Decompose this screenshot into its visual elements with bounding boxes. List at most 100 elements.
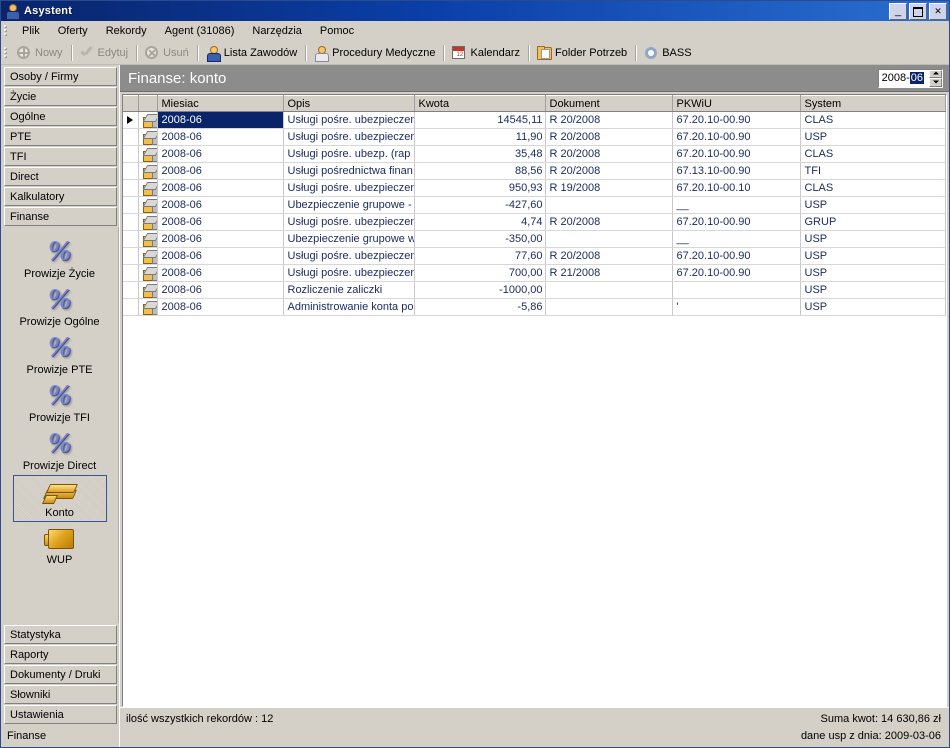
close-button[interactable]: ✕ (929, 2, 947, 20)
cell-miesiac[interactable]: 2008-06 (157, 179, 284, 197)
cell-dokument[interactable]: R 21/2008 (545, 264, 673, 282)
cell-dokument[interactable] (545, 230, 673, 248)
table-row[interactable]: 2008-06 Ubezpieczenie grupowe - -427,60 __ U… (123, 196, 946, 214)
cell-miesiac[interactable]: 2008-06 (157, 281, 284, 299)
table-row[interactable]: 2008-06 Usługi pośre. ubezpieczen 700,00 R … (123, 264, 946, 282)
cell-pkwiu[interactable]: __ (672, 230, 801, 248)
cell-opis[interactable]: Usługi pośrednictwa finan (283, 162, 415, 180)
cell-opis[interactable]: Usługi pośre. ubezpieczen (283, 264, 415, 282)
cell-system[interactable]: USP (800, 247, 946, 265)
cell-kwota[interactable]: 950,93 (414, 179, 546, 197)
row-indicator-cell[interactable] (123, 213, 139, 231)
maximize-button[interactable] (909, 2, 927, 20)
cell-kwota[interactable]: -1000,00 (414, 281, 546, 299)
cell-system[interactable]: CLAS (800, 111, 946, 129)
cell-kwota[interactable]: -427,60 (414, 196, 546, 214)
row-indicator-cell[interactable] (123, 162, 139, 180)
sidebar-item-ustawienia[interactable]: Ustawienia (4, 705, 117, 724)
table-row[interactable]: 2008-06 Usługi pośre. ubezp. (rap 35,48 R 2… (123, 145, 946, 163)
cell-miesiac[interactable]: 2008-06 (157, 128, 284, 146)
cell-dokument[interactable]: R 20/2008 (545, 111, 673, 129)
column-header-dokument[interactable]: Dokument (545, 95, 673, 112)
menu-item-agent[interactable]: Agent (31086) (156, 23, 244, 39)
cell-opis[interactable]: Usługi pośre. ubezpieczen (283, 111, 415, 129)
sidebar-icon-prowizje-tfi[interactable]: % Prowizje TFI (8, 379, 112, 426)
sidebar-item-direct[interactable]: Direct (4, 167, 117, 186)
cell-dokument[interactable]: R 20/2008 (545, 247, 673, 265)
sidebar-item-raporty[interactable]: Raporty (4, 645, 117, 664)
period-spinner[interactable]: 2008- 06 (877, 68, 943, 88)
cell-opis[interactable]: Usługi pośre. ubezpieczen (283, 128, 415, 146)
cell-kwota[interactable]: 11,90 (414, 128, 546, 146)
cell-pkwiu[interactable]: 67.20.10-00.90 (672, 213, 801, 231)
row-indicator-cell[interactable] (123, 179, 139, 197)
cell-opis[interactable]: Ubezpieczenie grupowe - (283, 196, 415, 214)
menu-grip-handle[interactable] (3, 24, 9, 38)
table-row[interactable]: 2008-06 Usługi pośrednictwa finan 88,56 R 2… (123, 162, 946, 180)
toolbar-button-edytuj[interactable]: Edytuj (76, 43, 134, 63)
cell-pkwiu[interactable]: 67.20.10-00.90 (672, 264, 801, 282)
cell-opis[interactable]: Ubezpieczenie grupowe w (283, 230, 415, 248)
cell-pkwiu[interactable]: 67.20.10-00.90 (672, 145, 801, 163)
row-indicator-cell[interactable] (123, 128, 139, 146)
cell-opis[interactable]: Usługi pośre. ubezpieczen (283, 179, 415, 197)
cell-miesiac[interactable]: 2008-06 (157, 196, 284, 214)
sidebar-icon-prowizje-ogolne[interactable]: % Prowizje Ogólne (8, 283, 112, 330)
sidebar-icon-prowizje-pte[interactable]: % Prowizje PTE (8, 331, 112, 378)
cell-pkwiu[interactable]: 67.20.10-00.90 (672, 247, 801, 265)
menu-item-narzedzia[interactable]: Narzędzia (243, 23, 311, 39)
cell-pkwiu[interactable]: __ (672, 196, 801, 214)
sidebar-icon-konto[interactable]: Konto (12, 475, 107, 522)
cell-opis[interactable]: Administrowanie konta po (283, 298, 415, 316)
column-header-pkwiu[interactable]: PKWiU (672, 95, 801, 112)
cell-dokument[interactable]: R 20/2008 (545, 162, 673, 180)
period-increment-button[interactable] (929, 69, 942, 78)
menu-item-plik[interactable]: Plik (13, 23, 49, 39)
cell-dokument[interactable] (545, 298, 673, 316)
cell-miesiac[interactable]: 2008-06 (157, 298, 284, 316)
cell-system[interactable]: CLAS (800, 179, 946, 197)
sidebar-item-statystyka[interactable]: Statystyka (4, 625, 117, 644)
cell-pkwiu[interactable]: 67.20.10-00.90 (672, 111, 801, 129)
cell-opis[interactable]: Usługi pośre. ubezpieczen (283, 247, 415, 265)
cell-kwota[interactable]: 14545,11 (414, 111, 546, 129)
row-indicator-cell[interactable] (123, 281, 139, 299)
row-indicator-cell[interactable] (123, 145, 139, 163)
cell-kwota[interactable]: -350,00 (414, 230, 546, 248)
cell-opis[interactable]: Rozliczenie zaliczki (283, 281, 415, 299)
column-header-kwota[interactable]: Kwota (414, 95, 546, 112)
menu-item-pomoc[interactable]: Pomoc (311, 23, 363, 39)
cell-system[interactable]: USP (800, 264, 946, 282)
sidebar-icon-wup[interactable]: WUP (8, 523, 112, 568)
cell-dokument[interactable]: R 20/2008 (545, 128, 673, 146)
menu-item-oferty[interactable]: Oferty (49, 23, 97, 39)
sidebar-item-zycie[interactable]: Życie (4, 87, 117, 106)
sidebar-icon-prowizje-zycie[interactable]: % Prowizje Życie (8, 235, 112, 282)
minimize-button[interactable]: _ (889, 2, 907, 20)
sidebar-item-tfi[interactable]: TFI (4, 147, 117, 166)
row-indicator-cell[interactable] (123, 111, 139, 129)
sidebar-item-dokumenty-druki[interactable]: Dokumenty / Druki (4, 665, 117, 684)
table-row[interactable]: 2008-06 Rozliczenie zaliczki -1000,00 USP (123, 281, 946, 299)
period-decrement-button[interactable] (929, 78, 942, 87)
cell-pkwiu[interactable] (672, 281, 801, 299)
toolbar-button-folder-potrzeb[interactable]: Folder Potrzeb (533, 43, 632, 63)
cell-opis[interactable]: Usługi pośre. ubezpieczen (283, 213, 415, 231)
cell-opis[interactable]: Usługi pośre. ubezp. (rap (283, 145, 415, 163)
cell-dokument[interactable] (545, 196, 673, 214)
table-row[interactable]: 2008-06 Usługi pośre. ubezpieczen 14545,11… (123, 111, 946, 129)
toolbar-button-nowy[interactable]: Nowy (13, 43, 68, 63)
row-indicator-cell[interactable] (123, 196, 139, 214)
cell-kwota[interactable]: 77,60 (414, 247, 546, 265)
cell-pkwiu[interactable]: ' (672, 298, 801, 316)
cell-miesiac[interactable]: 2008-06 (157, 213, 284, 231)
cell-system[interactable]: GRUP (800, 213, 946, 231)
table-row[interactable]: 2008-06 Usługi pośre. ubezpieczen 11,90 R 2… (123, 128, 946, 146)
cell-dokument[interactable]: R 19/2008 (545, 179, 673, 197)
cell-dokument[interactable]: R 20/2008 (545, 145, 673, 163)
row-indicator-cell[interactable] (123, 247, 139, 265)
cell-dokument[interactable]: R 20/2008 (545, 213, 673, 231)
sidebar-item-ogolne[interactable]: Ogólne (4, 107, 117, 126)
sidebar-item-pte[interactable]: PTE (4, 127, 117, 146)
cell-system[interactable]: USP (800, 230, 946, 248)
